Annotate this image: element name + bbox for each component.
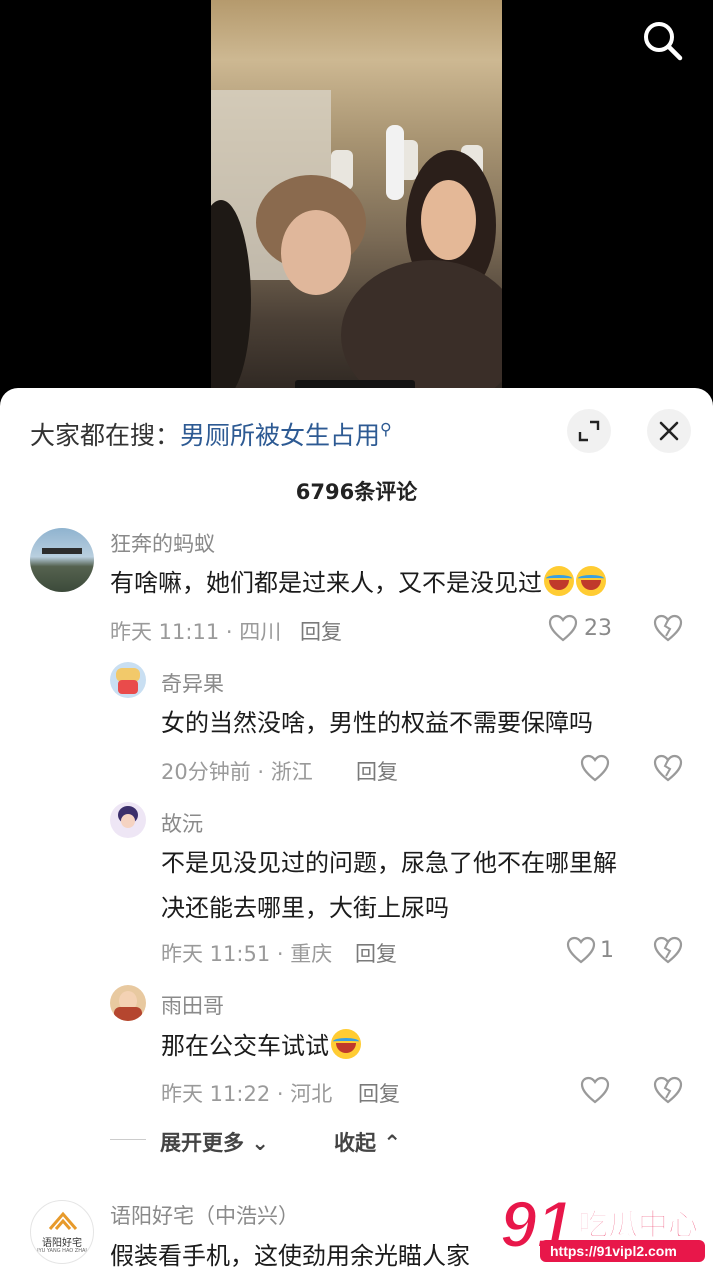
- heart-icon[interactable]: [580, 1076, 610, 1104]
- collapse-label: 收起: [334, 1131, 376, 1155]
- comment-text-line1: 不是见没见过的问题，尿急了他不在哪里解: [161, 849, 617, 877]
- laugh-cry-emoji-icon: [544, 566, 574, 596]
- comment-count: 6796条评论: [295, 480, 418, 504]
- like-count: 23: [584, 616, 612, 641]
- like-count: 1: [600, 938, 614, 963]
- collapse-button[interactable]: 收起 ⌃: [334, 1127, 401, 1157]
- avatar[interactable]: 语阳好宅 IYU YANG HAO ZHAI: [30, 1200, 94, 1264]
- heart-icon[interactable]: [580, 754, 610, 782]
- reply-button[interactable]: 回复: [358, 1078, 400, 1108]
- laugh-cry-emoji-icon: [576, 566, 606, 596]
- video-frame: [211, 0, 502, 400]
- comment-meta: 20分钟前 · 浙江: [161, 760, 313, 784]
- comment-username[interactable]: 奇异果: [161, 668, 224, 698]
- video-player[interactable]: [0, 0, 713, 400]
- comment-meta: 昨天 11:22 · 河北: [161, 1082, 333, 1106]
- expand-more-label: 展开更多: [160, 1131, 244, 1155]
- chevron-down-icon: ⌄: [251, 1131, 269, 1155]
- video-person-face: [281, 210, 351, 295]
- comment-meta: 昨天 11:51 · 重庆: [161, 942, 333, 966]
- search-suggestion-icon: ⚲: [380, 419, 392, 439]
- comment-sheet: 大家都在搜：男厕所被女生占用⚲ 6796条评论 狂奔的蚂蚁 有啥嘛，她们都是过来…: [0, 388, 713, 1280]
- avatar-detail: [121, 814, 135, 828]
- chevron-up-icon: ⌃: [383, 1131, 401, 1155]
- avatar[interactable]: [30, 528, 94, 592]
- expand-button[interactable]: [567, 409, 611, 453]
- search-icon[interactable]: [640, 18, 684, 62]
- avatar-detail: [118, 680, 138, 694]
- heart-icon[interactable]: [548, 614, 578, 642]
- comment-text-line2: 决还能去哪里，大街上尿吗: [161, 894, 449, 922]
- broken-heart-icon[interactable]: [653, 1076, 683, 1104]
- avatar-logo-subtext: IYU YANG HAO ZHAI: [37, 1248, 87, 1254]
- watermark-url: https://91vipl2.com: [550, 1243, 677, 1259]
- comment-username[interactable]: 语阳好宅（中浩兴）: [110, 1200, 299, 1230]
- broken-heart-icon[interactable]: [653, 754, 683, 782]
- comment-meta: 昨天 11:11 · 四川: [110, 620, 282, 644]
- broken-heart-icon[interactable]: [653, 614, 683, 642]
- video-person-face: [421, 180, 476, 260]
- reply-button[interactable]: 回复: [356, 756, 398, 786]
- close-button[interactable]: [647, 409, 691, 453]
- comment-text: 那在公交车试试: [161, 1024, 361, 1069]
- comment-text: 假装看手机，这使劲用余光瞄人家: [110, 1242, 470, 1270]
- comment-text-content: 有啥嘛，她们都是过来人，又不是没见过: [110, 569, 542, 597]
- reply-button[interactable]: 回复: [355, 938, 397, 968]
- reply-button[interactable]: 回复: [300, 616, 342, 646]
- close-icon: [659, 421, 679, 441]
- house-logo-icon: [48, 1211, 78, 1230]
- expand-more-button[interactable]: 展开更多 ⌄: [160, 1127, 269, 1157]
- search-suggestion[interactable]: 大家都在搜：男厕所被女生占用⚲: [30, 416, 392, 452]
- broken-heart-icon[interactable]: [653, 936, 683, 964]
- comment-text: 有啥嘛，她们都是过来人，又不是没见过: [110, 561, 606, 606]
- comment-text: 女的当然没啥，男性的权益不需要保障吗: [161, 709, 593, 737]
- search-suggestion-term[interactable]: 男厕所被女生占用: [180, 421, 380, 450]
- heart-icon[interactable]: [566, 936, 596, 964]
- video-person-head: [341, 260, 502, 400]
- avatar[interactable]: [110, 985, 146, 1021]
- comment-username[interactable]: 故沅: [161, 808, 203, 838]
- avatar-detail: [114, 1007, 142, 1021]
- comment-username[interactable]: 狂奔的蚂蚁: [110, 528, 215, 558]
- comment-username[interactable]: 雨田哥: [161, 990, 224, 1020]
- avatar-detail: [42, 548, 82, 554]
- watermark-logo: 91 吃瓜中心 https://91vipl2.com: [500, 1186, 705, 1262]
- video-person-far: [386, 125, 404, 200]
- watermark-name: 吃瓜中心: [578, 1208, 698, 1243]
- laugh-cry-emoji-icon: [331, 1029, 361, 1059]
- thread-divider: [110, 1139, 146, 1140]
- avatar[interactable]: [110, 802, 146, 838]
- search-suggestion-prefix: 大家都在搜：: [30, 421, 181, 450]
- avatar[interactable]: [110, 662, 146, 698]
- comment-text-content: 那在公交车试试: [161, 1032, 329, 1060]
- expand-icon: [578, 420, 600, 442]
- avatar-logo-text: 语阳好宅: [42, 1238, 82, 1249]
